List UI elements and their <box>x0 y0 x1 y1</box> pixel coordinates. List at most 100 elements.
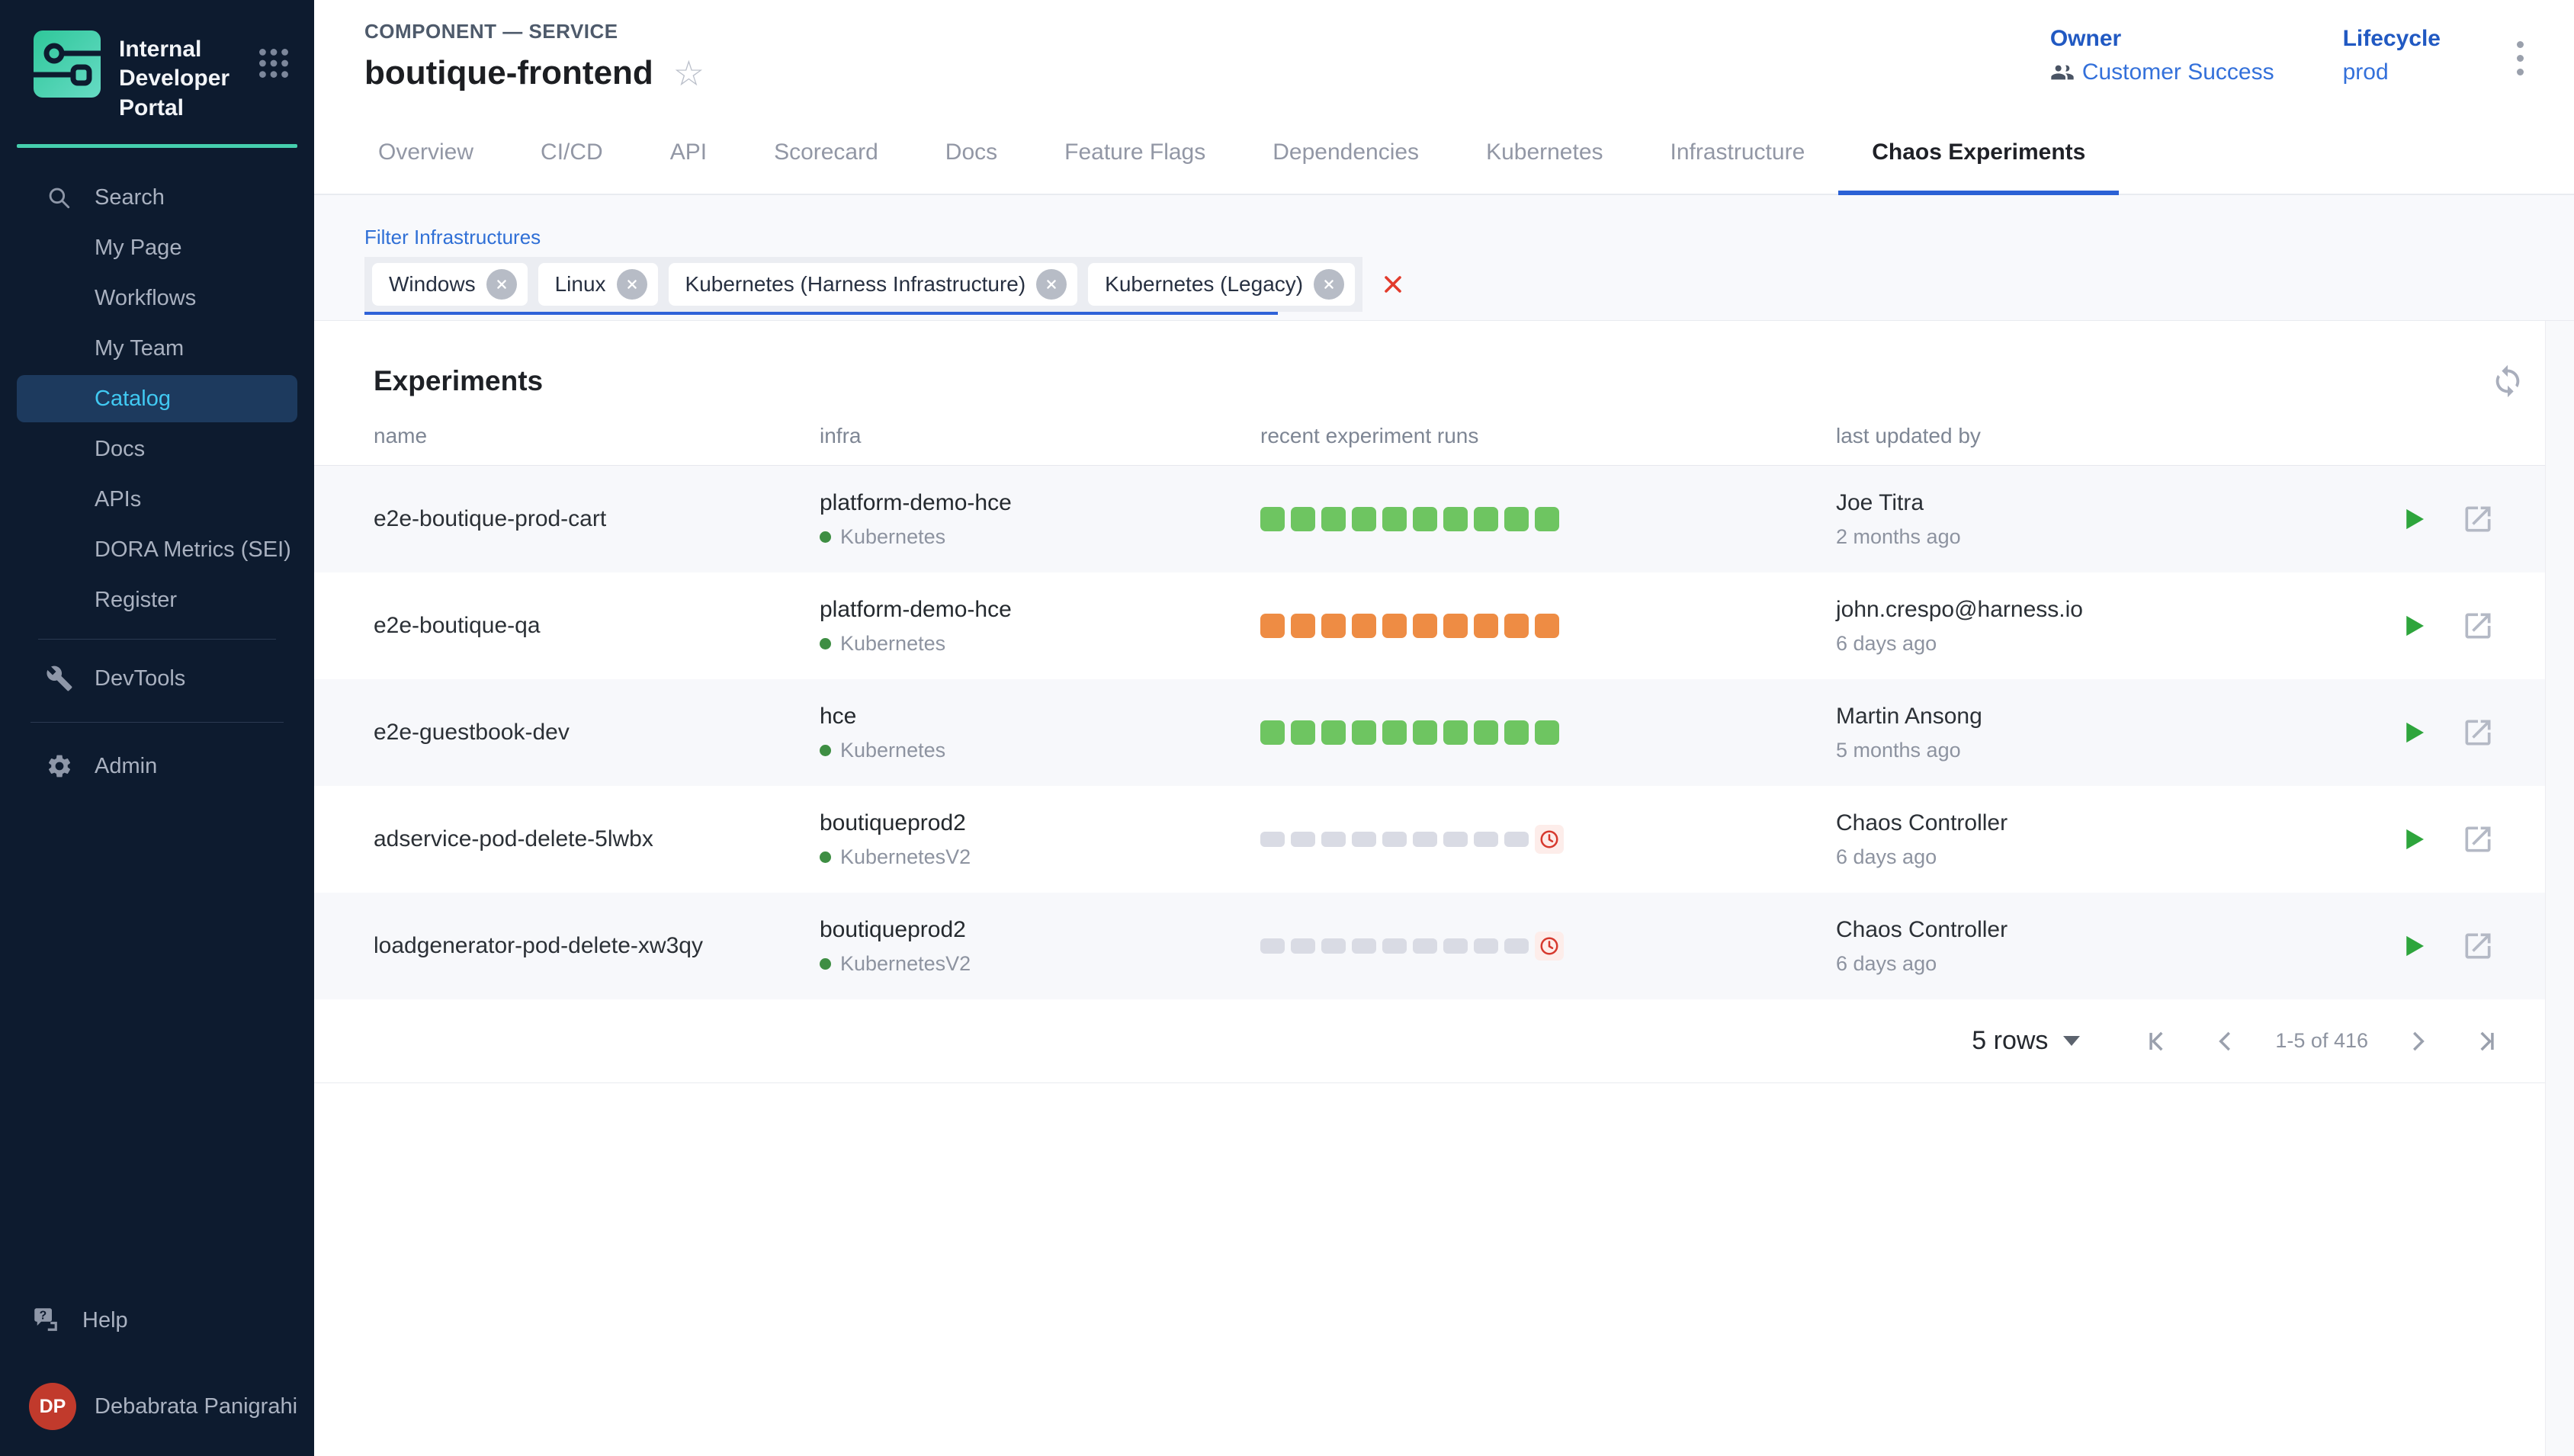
run-status-square[interactable] <box>1413 614 1437 638</box>
run-status-square[interactable] <box>1413 832 1437 847</box>
run-status-square[interactable] <box>1291 832 1315 847</box>
sidebar-item-dora-metrics-sei-[interactable]: DORA Metrics (SEI) <box>17 526 297 573</box>
run-status-square[interactable] <box>1352 614 1376 638</box>
clear-filters-icon[interactable] <box>1379 271 1407 298</box>
next-page-icon[interactable] <box>2383 1027 2452 1056</box>
run-status-square[interactable] <box>1321 832 1346 847</box>
run-status-square[interactable] <box>1443 938 1468 954</box>
sidebar-item-my-team[interactable]: My Team <box>17 325 297 372</box>
open-external-icon[interactable] <box>2461 929 2495 963</box>
run-status-square[interactable] <box>1504 507 1529 531</box>
run-status-square[interactable] <box>1443 832 1468 847</box>
run-status-square[interactable] <box>1382 507 1407 531</box>
table-row[interactable]: loadgenerator-pod-delete-xw3qy boutiquep… <box>314 893 2574 999</box>
sidebar-item-register[interactable]: Register <box>17 576 297 624</box>
run-status-square[interactable] <box>1443 614 1468 638</box>
help-button[interactable]: ? Help <box>0 1296 314 1345</box>
tab-scorecard[interactable]: Scorecard <box>740 114 912 195</box>
tab-dependencies[interactable]: Dependencies <box>1239 114 1452 195</box>
run-status-square[interactable] <box>1260 938 1285 954</box>
sidebar-item-catalog[interactable]: Catalog <box>17 375 297 422</box>
run-status-square[interactable] <box>1321 938 1346 954</box>
sidebar-item-admin[interactable]: Admin <box>17 742 297 790</box>
run-status-square[interactable] <box>1474 720 1498 745</box>
table-row[interactable]: e2e-boutique-prod-cart platform-demo-hce… <box>314 466 2574 572</box>
run-status-square[interactable] <box>1352 938 1376 954</box>
run-status-square[interactable] <box>1413 720 1437 745</box>
run-status-square[interactable] <box>1352 720 1376 745</box>
first-page-icon[interactable] <box>2123 1027 2191 1056</box>
more-options-icon[interactable] <box>2509 30 2531 86</box>
run-status-square[interactable] <box>1443 720 1468 745</box>
tab-infrastructure[interactable]: Infrastructure <box>1637 114 1839 195</box>
run-status-square[interactable] <box>1321 507 1346 531</box>
run-status-square[interactable] <box>1352 832 1376 847</box>
run-status-square[interactable] <box>1291 614 1315 638</box>
user-menu[interactable]: DP Debabrata Panigrahi <box>0 1380 314 1433</box>
run-status-square[interactable] <box>1504 938 1529 954</box>
run-status-square[interactable] <box>1321 614 1346 638</box>
run-status-square[interactable] <box>1443 507 1468 531</box>
filter-chip[interactable]: Windows <box>372 263 528 306</box>
filter-chip[interactable]: Kubernetes (Harness Infrastructure) <box>669 263 1078 306</box>
run-experiment-button[interactable] <box>2397 930 2429 962</box>
run-experiment-button[interactable] <box>2397 503 2429 535</box>
scrollbar-track[interactable] <box>2545 321 2574 1456</box>
favorite-star-icon[interactable]: ☆ <box>673 56 704 91</box>
tab-api[interactable]: API <box>637 114 740 195</box>
open-external-icon[interactable] <box>2461 502 2495 536</box>
run-status-square[interactable] <box>1474 938 1498 954</box>
table-row[interactable]: adservice-pod-delete-5lwbx boutiqueprod2… <box>314 786 2574 893</box>
filter-chip[interactable]: Kubernetes (Legacy) <box>1088 263 1355 306</box>
previous-page-icon[interactable] <box>2191 1027 2260 1056</box>
run-status-square[interactable] <box>1260 614 1285 638</box>
run-status-square[interactable] <box>1474 832 1498 847</box>
sidebar-item-my-page[interactable]: My Page <box>17 224 297 271</box>
run-status-square[interactable] <box>1413 507 1437 531</box>
sidebar-item-docs[interactable]: Docs <box>17 425 297 473</box>
open-external-icon[interactable] <box>2461 716 2495 749</box>
tab-kubernetes[interactable]: Kubernetes <box>1452 114 1636 195</box>
remove-chip-icon[interactable] <box>1314 269 1344 300</box>
tab-overview[interactable]: Overview <box>345 114 507 195</box>
remove-chip-icon[interactable] <box>617 269 647 300</box>
run-status-square[interactable] <box>1260 507 1285 531</box>
sidebar-item-workflows[interactable]: Workflows <box>17 274 297 322</box>
rows-per-page-select[interactable]: 5 rows <box>1972 1026 2080 1056</box>
run-status-square[interactable] <box>1291 720 1315 745</box>
tab-ci-cd[interactable]: CI/CD <box>507 114 637 195</box>
filter-chip[interactable]: Linux <box>538 263 658 306</box>
run-status-square[interactable] <box>1382 938 1407 954</box>
tab-feature-flags[interactable]: Feature Flags <box>1031 114 1239 195</box>
run-status-square[interactable] <box>1474 507 1498 531</box>
last-page-icon[interactable] <box>2452 1027 2521 1056</box>
run-status-square[interactable] <box>1382 832 1407 847</box>
run-status-square[interactable] <box>1291 938 1315 954</box>
sidebar-item-search[interactable]: Search <box>17 174 297 221</box>
open-external-icon[interactable] <box>2461 823 2495 856</box>
sidebar-item-apis[interactable]: APIs <box>17 476 297 523</box>
filter-input[interactable]: WindowsLinux Kubernetes (Harness Infrastr… <box>364 257 1278 315</box>
run-status-square[interactable] <box>1504 832 1529 847</box>
run-experiment-button[interactable] <box>2397 717 2429 749</box>
tab-docs[interactable]: Docs <box>912 114 1031 195</box>
tab-chaos-experiments[interactable]: Chaos Experiments <box>1838 114 2119 195</box>
remove-chip-icon[interactable] <box>1036 269 1067 300</box>
run-status-square[interactable] <box>1382 614 1407 638</box>
run-status-square[interactable] <box>1413 938 1437 954</box>
run-status-square[interactable] <box>1382 720 1407 745</box>
remove-chip-icon[interactable] <box>486 269 517 300</box>
open-external-icon[interactable] <box>2461 609 2495 643</box>
run-status-square[interactable] <box>1474 614 1498 638</box>
run-status-square[interactable] <box>1321 720 1346 745</box>
run-status-square[interactable] <box>1352 507 1376 531</box>
run-status-square[interactable] <box>1535 720 1559 745</box>
run-status-square[interactable] <box>1535 614 1559 638</box>
run-status-square[interactable] <box>1291 507 1315 531</box>
run-status-square[interactable] <box>1535 507 1559 531</box>
table-row[interactable]: e2e-boutique-qa platform-demo-hce Kubern… <box>314 572 2574 679</box>
run-experiment-button[interactable] <box>2397 610 2429 642</box>
run-status-square[interactable] <box>1260 720 1285 745</box>
owner-link[interactable]: Customer Success <box>2082 59 2274 85</box>
sidebar-item-devtools[interactable]: DevTools <box>17 655 297 702</box>
